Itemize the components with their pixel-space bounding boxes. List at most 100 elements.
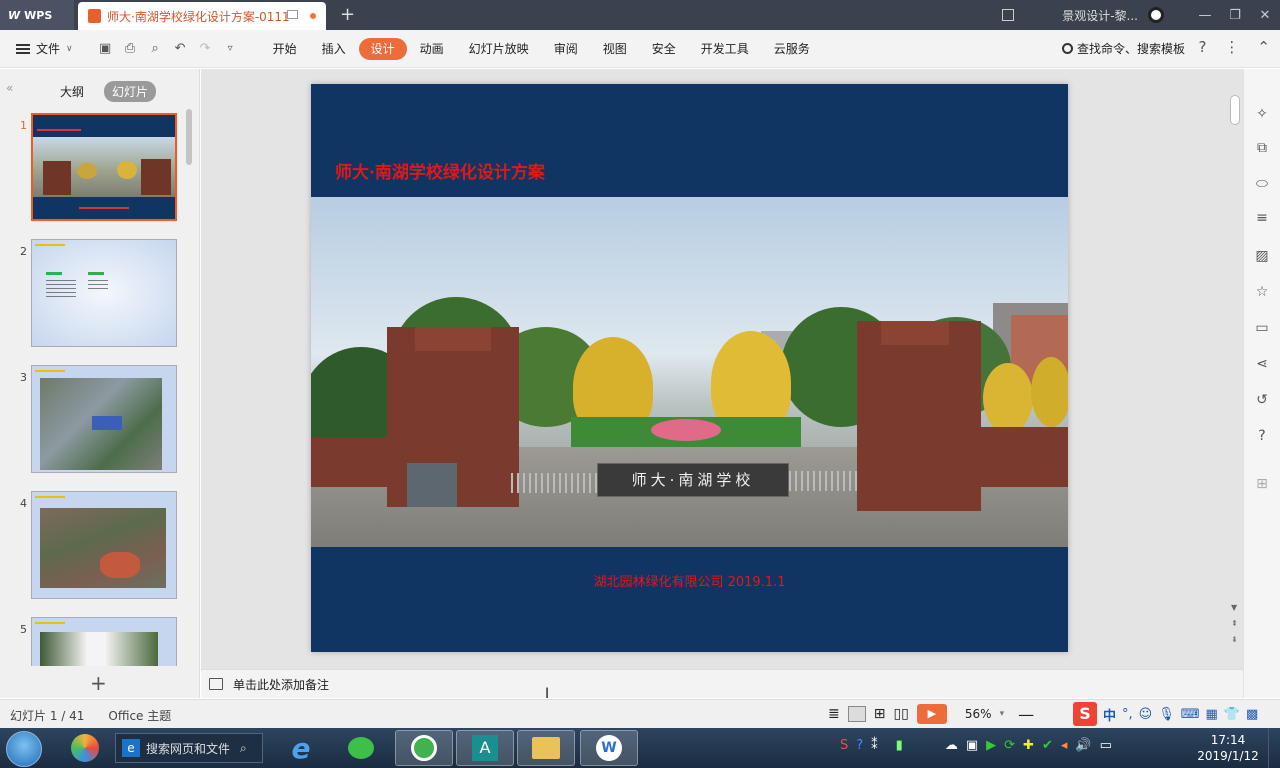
print-icon[interactable]: ⎙	[118, 41, 143, 56]
collapse-ribbon-icon[interactable]: ⌃	[1257, 38, 1270, 56]
wps-home-button[interactable]: W WPS	[0, 0, 74, 30]
scrollbar-thumb[interactable]	[1230, 95, 1240, 125]
slide-thumbnail-5[interactable]: 5	[0, 615, 190, 666]
tab-outline[interactable]: 大纲	[52, 81, 92, 102]
new-tab-button[interactable]: +	[340, 4, 355, 25]
media-icon[interactable]: ▶	[986, 738, 996, 753]
more-options-icon[interactable]: ⋮	[1224, 38, 1239, 56]
start-button[interactable]	[6, 731, 42, 767]
slide-thumbnail-image[interactable]	[31, 491, 177, 599]
taskbar-search[interactable]: e 搜索网页和文件 ⌕	[115, 733, 263, 763]
sogou-tray-icon[interactable]: S	[840, 738, 848, 753]
document-tab[interactable]: 师大·南湖学校绿化设计方案-0111	[78, 2, 326, 30]
history-icon[interactable]: ↺	[1253, 391, 1271, 409]
previous-slide-icon[interactable]: ⇞	[1231, 619, 1238, 628]
tab-design[interactable]: 设计	[358, 37, 407, 60]
help-circle-icon[interactable]: ?	[1253, 427, 1271, 445]
slide-thumbnail-image[interactable]	[31, 365, 177, 473]
campus-gate-photo[interactable]: 师大·南湖学校	[311, 197, 1068, 547]
zoom-level[interactable]: 56%	[965, 707, 992, 721]
taskbar-ie[interactable]: e	[272, 730, 330, 766]
grid-icon[interactable]: ⊞	[1253, 475, 1271, 493]
tab-insert[interactable]: 插入	[310, 38, 358, 60]
slide-thumbnail-4[interactable]: 4	[0, 489, 190, 601]
magic-icon[interactable]: ✧	[1253, 105, 1271, 123]
taskbar-cad[interactable]: A	[456, 730, 514, 766]
taskbar-wechat[interactable]	[332, 730, 390, 766]
cloud-icon[interactable]: ☁	[945, 738, 958, 753]
close-button[interactable]: ✕	[1250, 8, 1280, 23]
action-center-icon[interactable]: ▭	[1100, 738, 1112, 753]
archive-icon[interactable]: ▭	[1253, 319, 1271, 337]
command-search[interactable]: 查找命令、搜索模板	[1061, 40, 1185, 57]
help-icon[interactable]: ?	[1198, 38, 1206, 56]
share-icon[interactable]: ⋖	[1253, 355, 1271, 373]
next-slide-icon[interactable]: ⇟	[1231, 635, 1238, 644]
system-clock[interactable]: 17:14 2019/1/12	[1196, 732, 1260, 764]
show-desktop-button[interactable]	[1268, 728, 1280, 768]
notes-toggle-icon[interactable]: ≣	[828, 706, 840, 722]
notes-pane[interactable]: 单击此处添加备注	[201, 669, 1243, 698]
zoom-dropdown-icon[interactable]: ▾	[1000, 709, 1005, 719]
more-icon[interactable]: ▿	[218, 43, 243, 54]
current-slide[interactable]: 师大·南湖学校绿化设计方案 师大·南湖学校 湖北园林绿化有限公司 2019.1.…	[311, 84, 1068, 652]
add-slide-button[interactable]: +	[90, 671, 107, 695]
copy-style-icon[interactable]: ⧉	[1253, 139, 1271, 157]
play-slideshow-button[interactable]: ▶	[916, 704, 947, 724]
slide-thumbnail-image[interactable]	[31, 239, 177, 347]
normal-view-icon[interactable]	[847, 706, 866, 722]
microphone-icon[interactable]: 🎙	[1158, 707, 1175, 722]
help-tray-icon[interactable]: ?	[856, 738, 863, 753]
shapes-icon[interactable]: ⬭	[1253, 175, 1271, 193]
slide-thumbnail-2[interactable]: 2	[0, 237, 190, 349]
star-icon[interactable]: ☆	[1253, 283, 1271, 301]
tab-developer[interactable]: 开发工具	[689, 38, 761, 60]
minimize-button[interactable]: —	[1190, 8, 1220, 23]
preview-icon[interactable]: ⌕	[143, 41, 168, 56]
tab-review[interactable]: 审阅	[542, 38, 590, 60]
ime-language[interactable]: 中	[1103, 705, 1116, 724]
save-icon[interactable]: ▣	[93, 41, 118, 56]
taskbar-app-colorful[interactable]	[56, 730, 114, 766]
slide-thumbnail-3[interactable]: 3	[0, 363, 190, 475]
slide-footer[interactable]: 湖北园林绿化有限公司 2019.1.1	[311, 571, 1068, 590]
slide-thumbnail-image[interactable]	[31, 113, 177, 221]
battery-icon[interactable]: ▮	[896, 738, 903, 753]
plus-icon[interactable]: ✚	[1023, 738, 1034, 753]
monitor-icon[interactable]	[287, 10, 298, 19]
skin-icon[interactable]: 👕	[1224, 707, 1240, 722]
tab-cloud[interactable]: 云服务	[762, 38, 822, 60]
emoji-icon[interactable]: ☺	[1139, 707, 1153, 722]
undo-icon[interactable]: ↶	[168, 41, 193, 56]
speaker-alt-icon[interactable]: ◂	[1061, 738, 1068, 753]
slide-vertical-scrollbar[interactable]: ▼ ⇞ ⇟	[1228, 75, 1242, 655]
slide-thumbnail-1[interactable]: 1	[0, 111, 190, 223]
collapse-panel-icon[interactable]: «	[6, 81, 13, 95]
keyboard-icon[interactable]: ⌨	[1181, 707, 1200, 722]
slide-sorter-icon[interactable]: ⊞	[874, 706, 886, 722]
taskbar-wps[interactable]: W	[580, 730, 638, 766]
slide-title[interactable]: 师大·南湖学校绿化设计方案	[335, 158, 545, 183]
tablet-mode-icon[interactable]	[1002, 9, 1015, 21]
network-small-icon[interactable]: ⁑	[871, 738, 878, 753]
zoom-out-icon[interactable]: —	[1018, 705, 1034, 724]
tab-slideshow[interactable]: 幻灯片放映	[457, 38, 541, 60]
file-menu-button[interactable]: 文件 ∨	[16, 40, 73, 57]
refresh-icon[interactable]: ⟳	[1004, 738, 1015, 753]
menu-grid-icon[interactable]: ▩	[1246, 707, 1258, 722]
notes-placeholder[interactable]: 单击此处添加备注	[233, 676, 329, 693]
restore-button[interactable]: ❐	[1220, 8, 1250, 23]
tab-slides[interactable]: 幻灯片	[104, 81, 157, 102]
scroll-down-arrow-icon[interactable]: ▼	[1231, 603, 1237, 612]
theme-name[interactable]: Office 主题	[108, 707, 171, 724]
tab-security[interactable]: 安全	[640, 38, 688, 60]
user-name[interactable]: 景观设计-黎...	[1062, 7, 1138, 24]
display-icon[interactable]: ▣	[966, 738, 978, 753]
tab-view[interactable]: 视图	[591, 38, 639, 60]
reading-view-icon[interactable]: ▯▯	[893, 706, 908, 722]
tab-home[interactable]: 开始	[261, 38, 309, 60]
tools-icon[interactable]: ▦	[1206, 707, 1218, 722]
slide-thumbnail-image[interactable]	[31, 617, 177, 666]
sogou-ime-icon[interactable]: S	[1073, 702, 1097, 726]
image-icon[interactable]: ▨	[1253, 247, 1271, 265]
